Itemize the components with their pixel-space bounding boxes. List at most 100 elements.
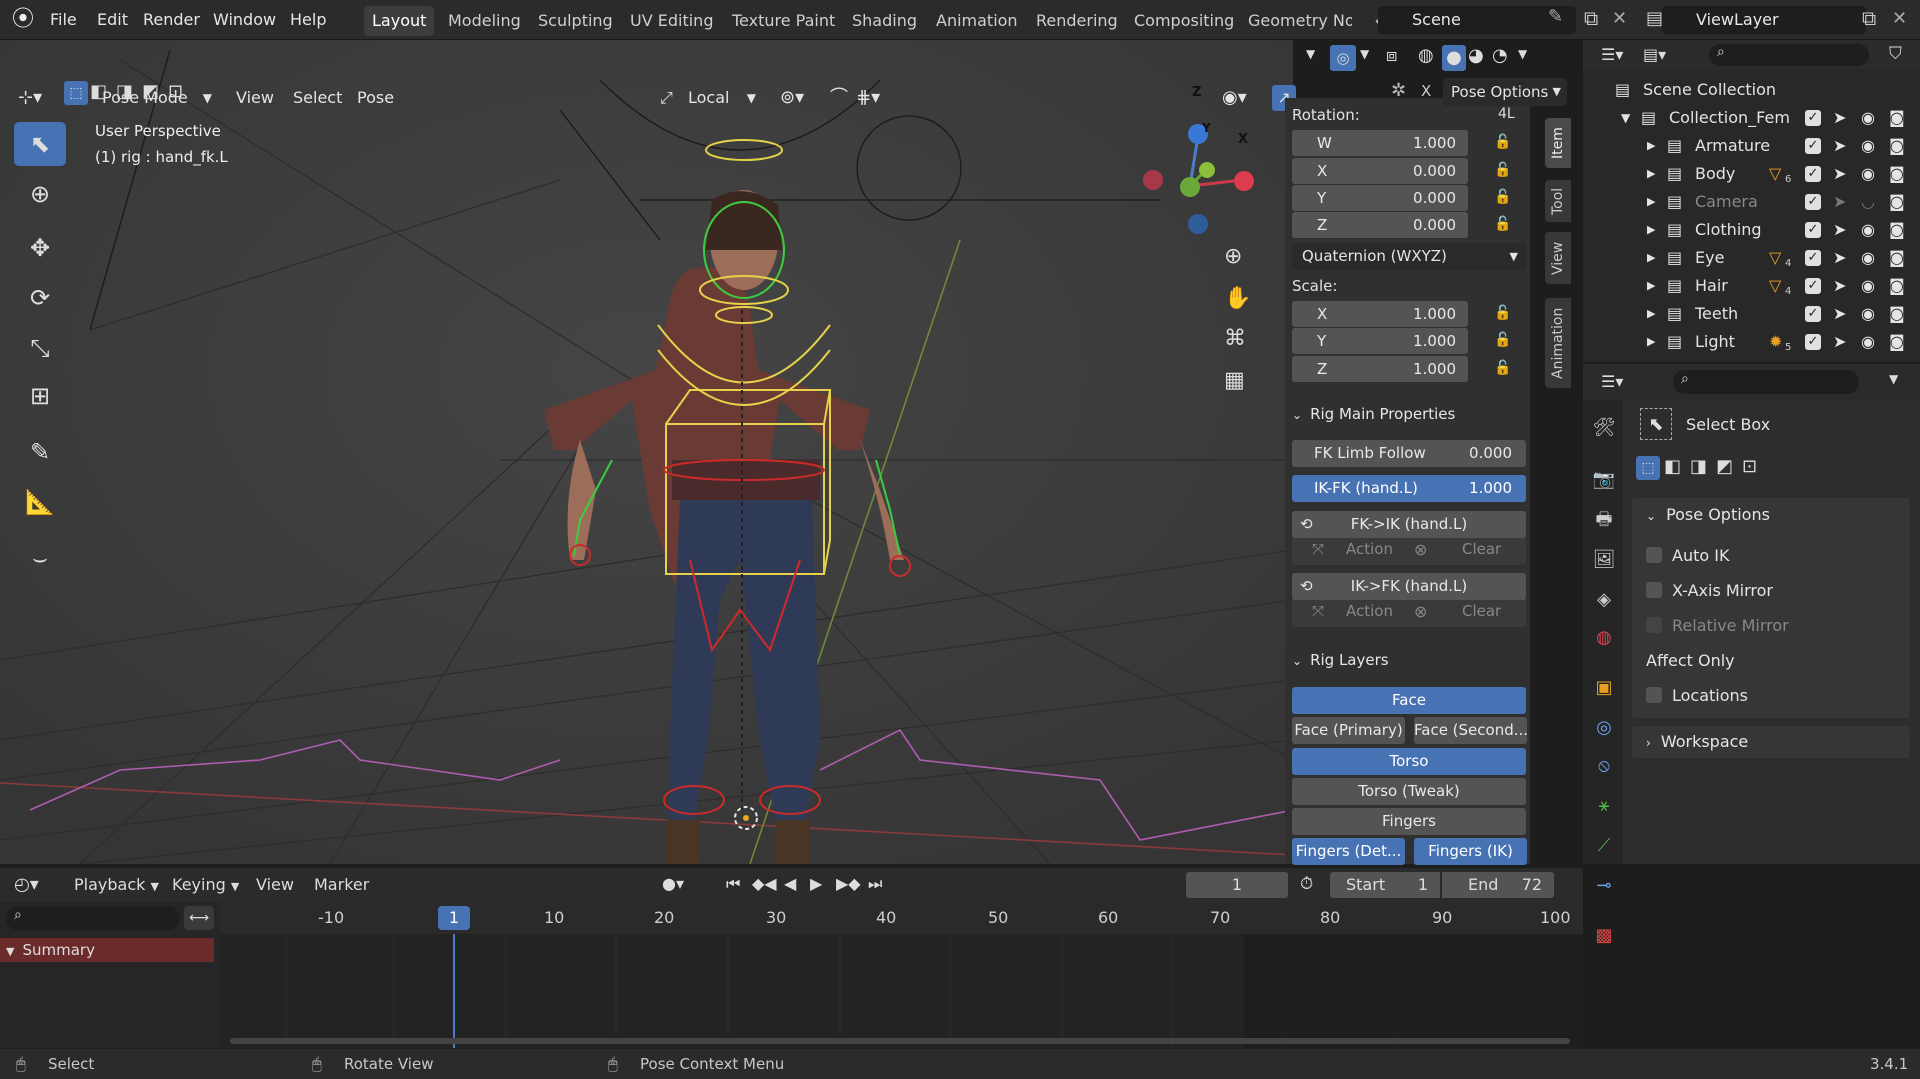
tab-uv-editing[interactable]: UV Editing bbox=[622, 6, 721, 36]
rotation-x-field[interactable]: X 0.000 bbox=[1292, 158, 1468, 184]
select-arrow-icon[interactable]: ➤ bbox=[1833, 272, 1846, 300]
render-tab-icon[interactable]: 📷 bbox=[1590, 466, 1618, 494]
lock-icon[interactable]: 🔓 bbox=[1494, 216, 1514, 234]
3d-viewport[interactable]: Z Y X User Perspective (1) rig : hand_fk… bbox=[0, 40, 1293, 864]
scale-y-field[interactable]: Y 1.000 bbox=[1292, 328, 1468, 354]
layer-face-toggle[interactable]: Face bbox=[1292, 687, 1526, 714]
outliner-row-clothing[interactable]: ▶ ▤ Clothing ✓ ➤ ◉ ◙ bbox=[1583, 216, 1920, 244]
outliner-row-teeth[interactable]: ▶ ▤ Teeth ✓ ➤ ◉ ◙ bbox=[1583, 300, 1920, 328]
outliner-row-armature[interactable]: ▶ ▤ Armature ✓ ➤ ◉ ◙ bbox=[1583, 132, 1920, 160]
chevron-right-icon[interactable]: ▶ bbox=[1647, 188, 1655, 216]
editor-type-icon[interactable]: ☰▾ bbox=[1601, 45, 1623, 64]
action-field[interactable]: ⤧ Action bbox=[1312, 602, 1393, 620]
jump-keyframe-forward-icon[interactable]: ▶◆ bbox=[836, 874, 861, 893]
object-tab-icon[interactable]: ▣ bbox=[1590, 674, 1618, 702]
chevron-right-icon[interactable]: ▶ bbox=[1647, 216, 1655, 244]
orientation-dropdown[interactable]: ⤢ Local ▼ bbox=[656, 85, 760, 111]
select-arrow-icon[interactable]: ➤ bbox=[1833, 300, 1846, 328]
select-new-icon[interactable]: ⬚ bbox=[1636, 456, 1660, 480]
menu-help[interactable]: Help bbox=[290, 0, 326, 40]
select-arrow-icon[interactable]: ➤ bbox=[1833, 216, 1846, 244]
chevron-down-icon[interactable]: ▼ bbox=[1360, 47, 1369, 61]
select-arrow-icon[interactable]: ➤ bbox=[1833, 160, 1846, 188]
lock-icon[interactable]: 🔓 bbox=[1494, 134, 1514, 152]
eye-icon[interactable]: ◉ bbox=[1861, 328, 1875, 356]
camera-icon[interactable]: ◙ bbox=[1889, 216, 1905, 244]
snap-target-icon[interactable]: ⋕▾ bbox=[856, 85, 880, 111]
blender-logo-icon[interactable]: ⦿ bbox=[12, 7, 38, 33]
eye-icon[interactable]: ◉ bbox=[1861, 160, 1875, 188]
scene-field[interactable]: Scene bbox=[1378, 6, 1576, 34]
lock-icon[interactable]: 🔓 bbox=[1494, 189, 1514, 207]
camera-icon[interactable]: ◙ bbox=[1889, 132, 1905, 160]
select-subtract-icon[interactable]: ◨ bbox=[1690, 456, 1707, 477]
chevron-down-icon[interactable]: ▼ bbox=[1889, 372, 1898, 386]
snap-icon[interactable]: ⌒ bbox=[830, 85, 848, 111]
chevron-right-icon[interactable]: ▶ bbox=[1647, 132, 1655, 160]
lock-icon[interactable]: 🔓 bbox=[1494, 305, 1514, 323]
fk-to-ik-button[interactable]: ⟲ FK->IK (hand.L) bbox=[1292, 511, 1526, 538]
editor-type-icon[interactable]: ☰▾ bbox=[1601, 372, 1623, 391]
camera-icon[interactable]: ◙ bbox=[1889, 272, 1905, 300]
select-box-tool-icon[interactable]: ⬉ bbox=[14, 122, 66, 166]
chevron-right-icon[interactable]: ▶ bbox=[1647, 328, 1655, 356]
checkbox-icon[interactable]: ✓ bbox=[1805, 110, 1821, 126]
tab-texture-paint[interactable]: Texture Paint bbox=[724, 6, 843, 36]
menu-view[interactable]: View bbox=[236, 85, 274, 111]
zoom-icon[interactable]: ⊕ bbox=[1224, 244, 1242, 269]
eye-icon[interactable]: ◉ bbox=[1861, 244, 1875, 272]
clear-label[interactable]: Clear bbox=[1462, 540, 1501, 558]
lock-icon[interactable]: 🔓 bbox=[1494, 332, 1514, 350]
pan-hand-icon[interactable]: ✋ bbox=[1224, 286, 1251, 311]
playback-menu[interactable]: Playback ▼ bbox=[74, 875, 159, 894]
eye-icon[interactable]: ◡ bbox=[1861, 188, 1875, 216]
x-axis-mirror-checkbox[interactable]: X-Axis Mirror bbox=[1646, 581, 1773, 600]
tab-layout[interactable]: Layout bbox=[364, 6, 435, 36]
cursor-tool-icon[interactable]: ⊕ bbox=[14, 172, 66, 216]
play-icon[interactable]: ▶ bbox=[810, 874, 822, 893]
stopwatch-icon[interactable]: ⏱ bbox=[1300, 874, 1313, 894]
outliner-row-eye[interactable]: ▶ ▤ Eye ▽ 4 ✓ ➤ ◉ ◙ bbox=[1583, 244, 1920, 272]
checkbox-icon[interactable]: ✓ bbox=[1805, 194, 1821, 210]
select-intersect-icon[interactable]: ⊡ bbox=[168, 81, 183, 102]
timeline-search[interactable]: ⌕ bbox=[6, 906, 180, 930]
new-viewlayer-icon[interactable]: ⧉ bbox=[1862, 6, 1876, 30]
new-scene-icon[interactable]: ⧉ bbox=[1584, 6, 1598, 30]
camera-icon[interactable]: ◙ bbox=[1889, 300, 1905, 328]
menu-select[interactable]: Select bbox=[293, 85, 342, 111]
select-arrow-icon[interactable]: ➤ bbox=[1833, 188, 1846, 216]
checkbox-icon[interactable]: ✓ bbox=[1805, 250, 1821, 266]
menu-file[interactable]: File bbox=[50, 0, 77, 40]
tab-tool[interactable]: Tool bbox=[1545, 180, 1571, 222]
tab-compositing[interactable]: Compositing bbox=[1126, 6, 1242, 36]
chevron-down-icon[interactable]: ▼ bbox=[1306, 47, 1315, 61]
shading-rendered-icon[interactable]: ◔ bbox=[1492, 45, 1508, 66]
checkbox-icon[interactable]: ✓ bbox=[1805, 138, 1821, 154]
jump-keyframe-back-icon[interactable]: ◆◀ bbox=[752, 874, 777, 893]
outliner-row-light[interactable]: ▶ ▤ Light ✹ 5 ✓ ➤ ◉ ◙ bbox=[1583, 328, 1920, 356]
checkbox-icon[interactable]: ✓ bbox=[1805, 334, 1821, 350]
visibility-icon[interactable]: ◉▾ bbox=[1222, 85, 1247, 111]
select-extend-icon[interactable]: ◧ bbox=[1664, 456, 1681, 477]
ik-to-fk-button[interactable]: ⟲ IK->FK (hand.L) bbox=[1292, 573, 1526, 600]
chevron-right-icon[interactable]: ▶ bbox=[1647, 160, 1655, 188]
properties-search[interactable]: ⌕ bbox=[1673, 370, 1859, 394]
collection-row[interactable]: ▼ ▤ Collection_Femal ✓ ➤ ◉ ◙ bbox=[1583, 104, 1920, 132]
tab-geometry-nodes[interactable]: Geometry Noc bbox=[1240, 6, 1352, 36]
jump-end-icon[interactable]: ⏭ bbox=[868, 874, 882, 894]
pin-icon[interactable]: ✎ bbox=[1548, 6, 1563, 27]
tab-item[interactable]: Item bbox=[1545, 118, 1571, 168]
eye-icon[interactable]: ◉ bbox=[1861, 132, 1875, 160]
tab-rendering[interactable]: Rendering bbox=[1028, 6, 1126, 36]
shading-wireframe-icon[interactable]: ◍ bbox=[1418, 45, 1434, 66]
select-subtract-icon[interactable]: ◨ bbox=[116, 81, 133, 102]
relax-pose-tool-icon[interactable]: ⌣ bbox=[14, 536, 66, 580]
annotate-tool-icon[interactable]: ✎ bbox=[14, 430, 66, 474]
timeline-ruler[interactable] bbox=[220, 902, 1583, 934]
rotation-y-field[interactable]: Y 0.000 bbox=[1292, 185, 1468, 211]
start-frame-field[interactable]: Start 1 bbox=[1330, 872, 1440, 898]
ik-fk-slider[interactable]: IK-FK (hand.L) 1.000 bbox=[1292, 475, 1526, 502]
scale-x-field[interactable]: X 1.000 bbox=[1292, 301, 1468, 327]
camera-icon[interactable]: ◙ bbox=[1889, 328, 1905, 356]
eye-icon[interactable]: ◉ bbox=[1861, 104, 1875, 132]
